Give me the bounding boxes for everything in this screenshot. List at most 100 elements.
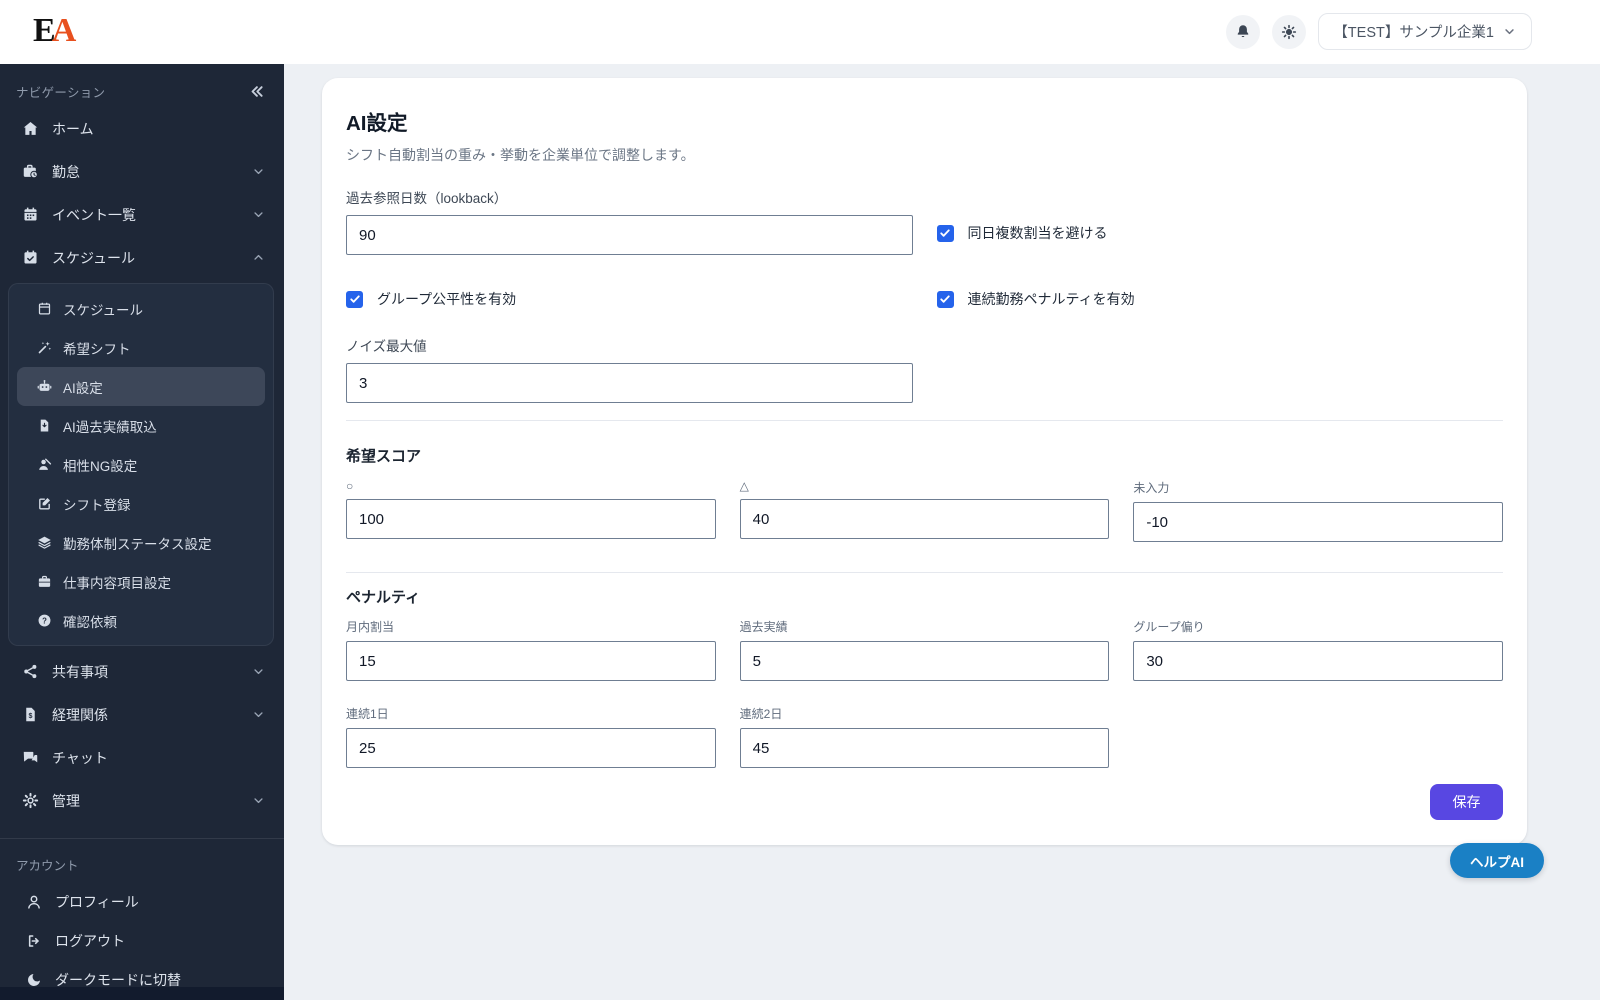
submenu-item-label: 希望シフト (63, 341, 131, 357)
chevron-down-icon (251, 664, 266, 679)
sidebar-item-home[interactable]: ホーム (0, 107, 284, 150)
sidebar-item-accounting[interactable]: $ 経理関係 (0, 693, 284, 736)
score-section-title: 希望スコア (346, 448, 422, 465)
sidebar-item-label: 管理 (52, 792, 80, 809)
submenu-item-ai-history-import[interactable]: AI過去実績取込 (17, 406, 265, 445)
submenu-item-label: AI設定 (63, 380, 103, 396)
file-import-icon (37, 418, 52, 433)
help-ai-button[interactable]: ヘルプAI (1450, 843, 1544, 878)
sidebar-item-label: スケジュール (52, 249, 136, 266)
checkbox-consecutive-penalty[interactable]: 連続勤務ペナルティを有効 (936, 289, 1504, 309)
score-empty-label: 未入力 (1133, 481, 1170, 495)
score-sankaku-input[interactable] (739, 499, 1110, 539)
logout-icon (26, 933, 42, 949)
company-selector-label: 【TEST】サンプル企業1 (1333, 25, 1494, 41)
checkbox-label: 連続勤務ペナルティを有効 (967, 291, 1135, 307)
penalty-monthly-label: 月内割当 (346, 620, 395, 634)
divider (346, 420, 1503, 421)
score-maru-label: ○ (346, 479, 354, 493)
penalty-monthly-input[interactable] (346, 641, 716, 681)
notifications-button[interactable] (1226, 14, 1261, 49)
top-header: EA 【TEST】サンプル企業1 (0, 0, 1600, 64)
svg-text:?: ? (42, 616, 47, 625)
schedule-submenu: スケジュール 希望シフト AI設定 AI過去実績取込 相性NG設定 シフト登録 … (8, 283, 274, 646)
submenu-item-ai-settings[interactable]: AI設定 (17, 367, 265, 406)
checkbox-icon[interactable] (936, 224, 954, 242)
logo-letter-e: E (33, 12, 56, 49)
save-button[interactable]: 保存 (1430, 784, 1503, 820)
company-selector[interactable]: 【TEST】サンプル企業1 (1318, 13, 1532, 50)
submenu-item-schedule[interactable]: スケジュール (17, 289, 265, 328)
page-title: AI設定 (346, 112, 408, 135)
penalty-consecutive1-label: 連続1日 (346, 707, 389, 721)
sidebar-item-label: チャット (52, 749, 108, 766)
app-logo[interactable]: EA (33, 12, 76, 50)
checkbox-group-fairness[interactable]: グループ公平性を有効 (346, 289, 913, 309)
noise-max-input[interactable] (346, 363, 913, 403)
chevron-down-icon (251, 207, 266, 222)
calendar-icon (22, 206, 39, 223)
person-slash-icon (37, 457, 52, 472)
submenu-item-work-status-settings[interactable]: 勤務体制ステータス設定 (17, 523, 265, 562)
submenu-item-job-content-settings[interactable]: 仕事内容項目設定 (17, 562, 265, 601)
account-section: アカウント プロフィール ログアウト ダークモードに切替 (0, 838, 284, 999)
sidebar-footer-strip (0, 987, 284, 1000)
question-circle-icon: ? (37, 613, 52, 628)
lookback-input[interactable] (346, 215, 913, 255)
sidebar-item-chat[interactable]: チャット (0, 736, 284, 779)
submenu-item-label: 相性NG設定 (63, 458, 138, 474)
lookback-label: 過去参照日数（lookback） (346, 191, 508, 206)
ai-settings-card: AI設定 シフト自動割当の重み・挙動を企業単位で調整します。 過去参照日数（lo… (322, 78, 1527, 845)
checkbox-icon[interactable] (936, 290, 954, 308)
score-empty-input[interactable] (1133, 502, 1503, 542)
penalty-consecutive1-input[interactable] (346, 728, 716, 768)
moon-icon (26, 972, 42, 988)
sidebar-item-events[interactable]: イベント一覧 (0, 193, 284, 236)
sidebar-item-label: 共有事項 (52, 663, 108, 680)
chevron-up-icon (251, 250, 266, 265)
sidebar-item-schedule[interactable]: スケジュール (0, 236, 284, 279)
penalty-group-bias-label: グループ偏り (1133, 620, 1205, 634)
penalty-consecutive2-input[interactable] (739, 728, 1110, 768)
penalty-section-title: ペナルティ (346, 589, 421, 606)
chevron-down-icon (251, 707, 266, 722)
submenu-item-label: 確認依頼 (63, 614, 117, 630)
checkbox-label: 同日複数割当を避ける (967, 225, 1108, 241)
submenu-item-compatibility-ng[interactable]: 相性NG設定 (17, 445, 265, 484)
file-invoice-icon: $ (22, 706, 39, 723)
account-item-label: プロフィール (55, 893, 139, 910)
sidebar-item-profile[interactable]: プロフィール (0, 882, 284, 921)
theme-toggle-button[interactable] (1272, 14, 1307, 49)
sun-icon (1281, 24, 1297, 40)
sidebar-item-admin[interactable]: 管理 (0, 779, 284, 822)
robot-icon (37, 379, 52, 394)
score-maru-input[interactable] (346, 499, 716, 539)
bell-icon (1234, 23, 1252, 41)
penalty-history-input[interactable] (739, 641, 1110, 681)
magic-wand-icon (37, 340, 52, 355)
checkbox-icon[interactable] (346, 290, 363, 308)
submenu-item-label: AI過去実績取込 (63, 419, 157, 435)
calendar-check-icon (22, 249, 39, 266)
sidebar-item-attendance[interactable]: 勤怠 (0, 150, 284, 193)
score-sankaku-label: △ (739, 479, 749, 493)
home-icon (22, 120, 39, 137)
layers-icon (37, 535, 52, 550)
submenu-item-confirmation-request[interactable]: ? 確認依頼 (17, 601, 265, 640)
submenu-item-shift-request[interactable]: 希望シフト (17, 328, 265, 367)
penalty-consecutive2-label: 連続2日 (739, 707, 783, 721)
submenu-item-shift-register[interactable]: シフト登録 (17, 484, 265, 523)
checkbox-avoid-same-day[interactable]: 同日複数割当を避ける (936, 187, 1504, 255)
checkbox-label: グループ公平性を有効 (377, 291, 517, 307)
sidebar-item-logout[interactable]: ログアウト (0, 921, 284, 960)
sidebar-item-shared-matters[interactable]: 共有事項 (0, 650, 284, 693)
sidebar-collapse-button[interactable] (247, 82, 266, 101)
account-item-label: ログアウト (55, 932, 125, 949)
chevron-down-icon (251, 164, 266, 179)
penalty-group-bias-input[interactable] (1133, 641, 1503, 681)
sidebar-item-label: イベント一覧 (52, 206, 136, 223)
sidebar-item-label: ホーム (52, 120, 94, 137)
sidebar-item-label: 経理関係 (52, 706, 108, 723)
account-section-title: アカウント (16, 859, 79, 873)
submenu-item-label: シフト登録 (63, 497, 131, 513)
